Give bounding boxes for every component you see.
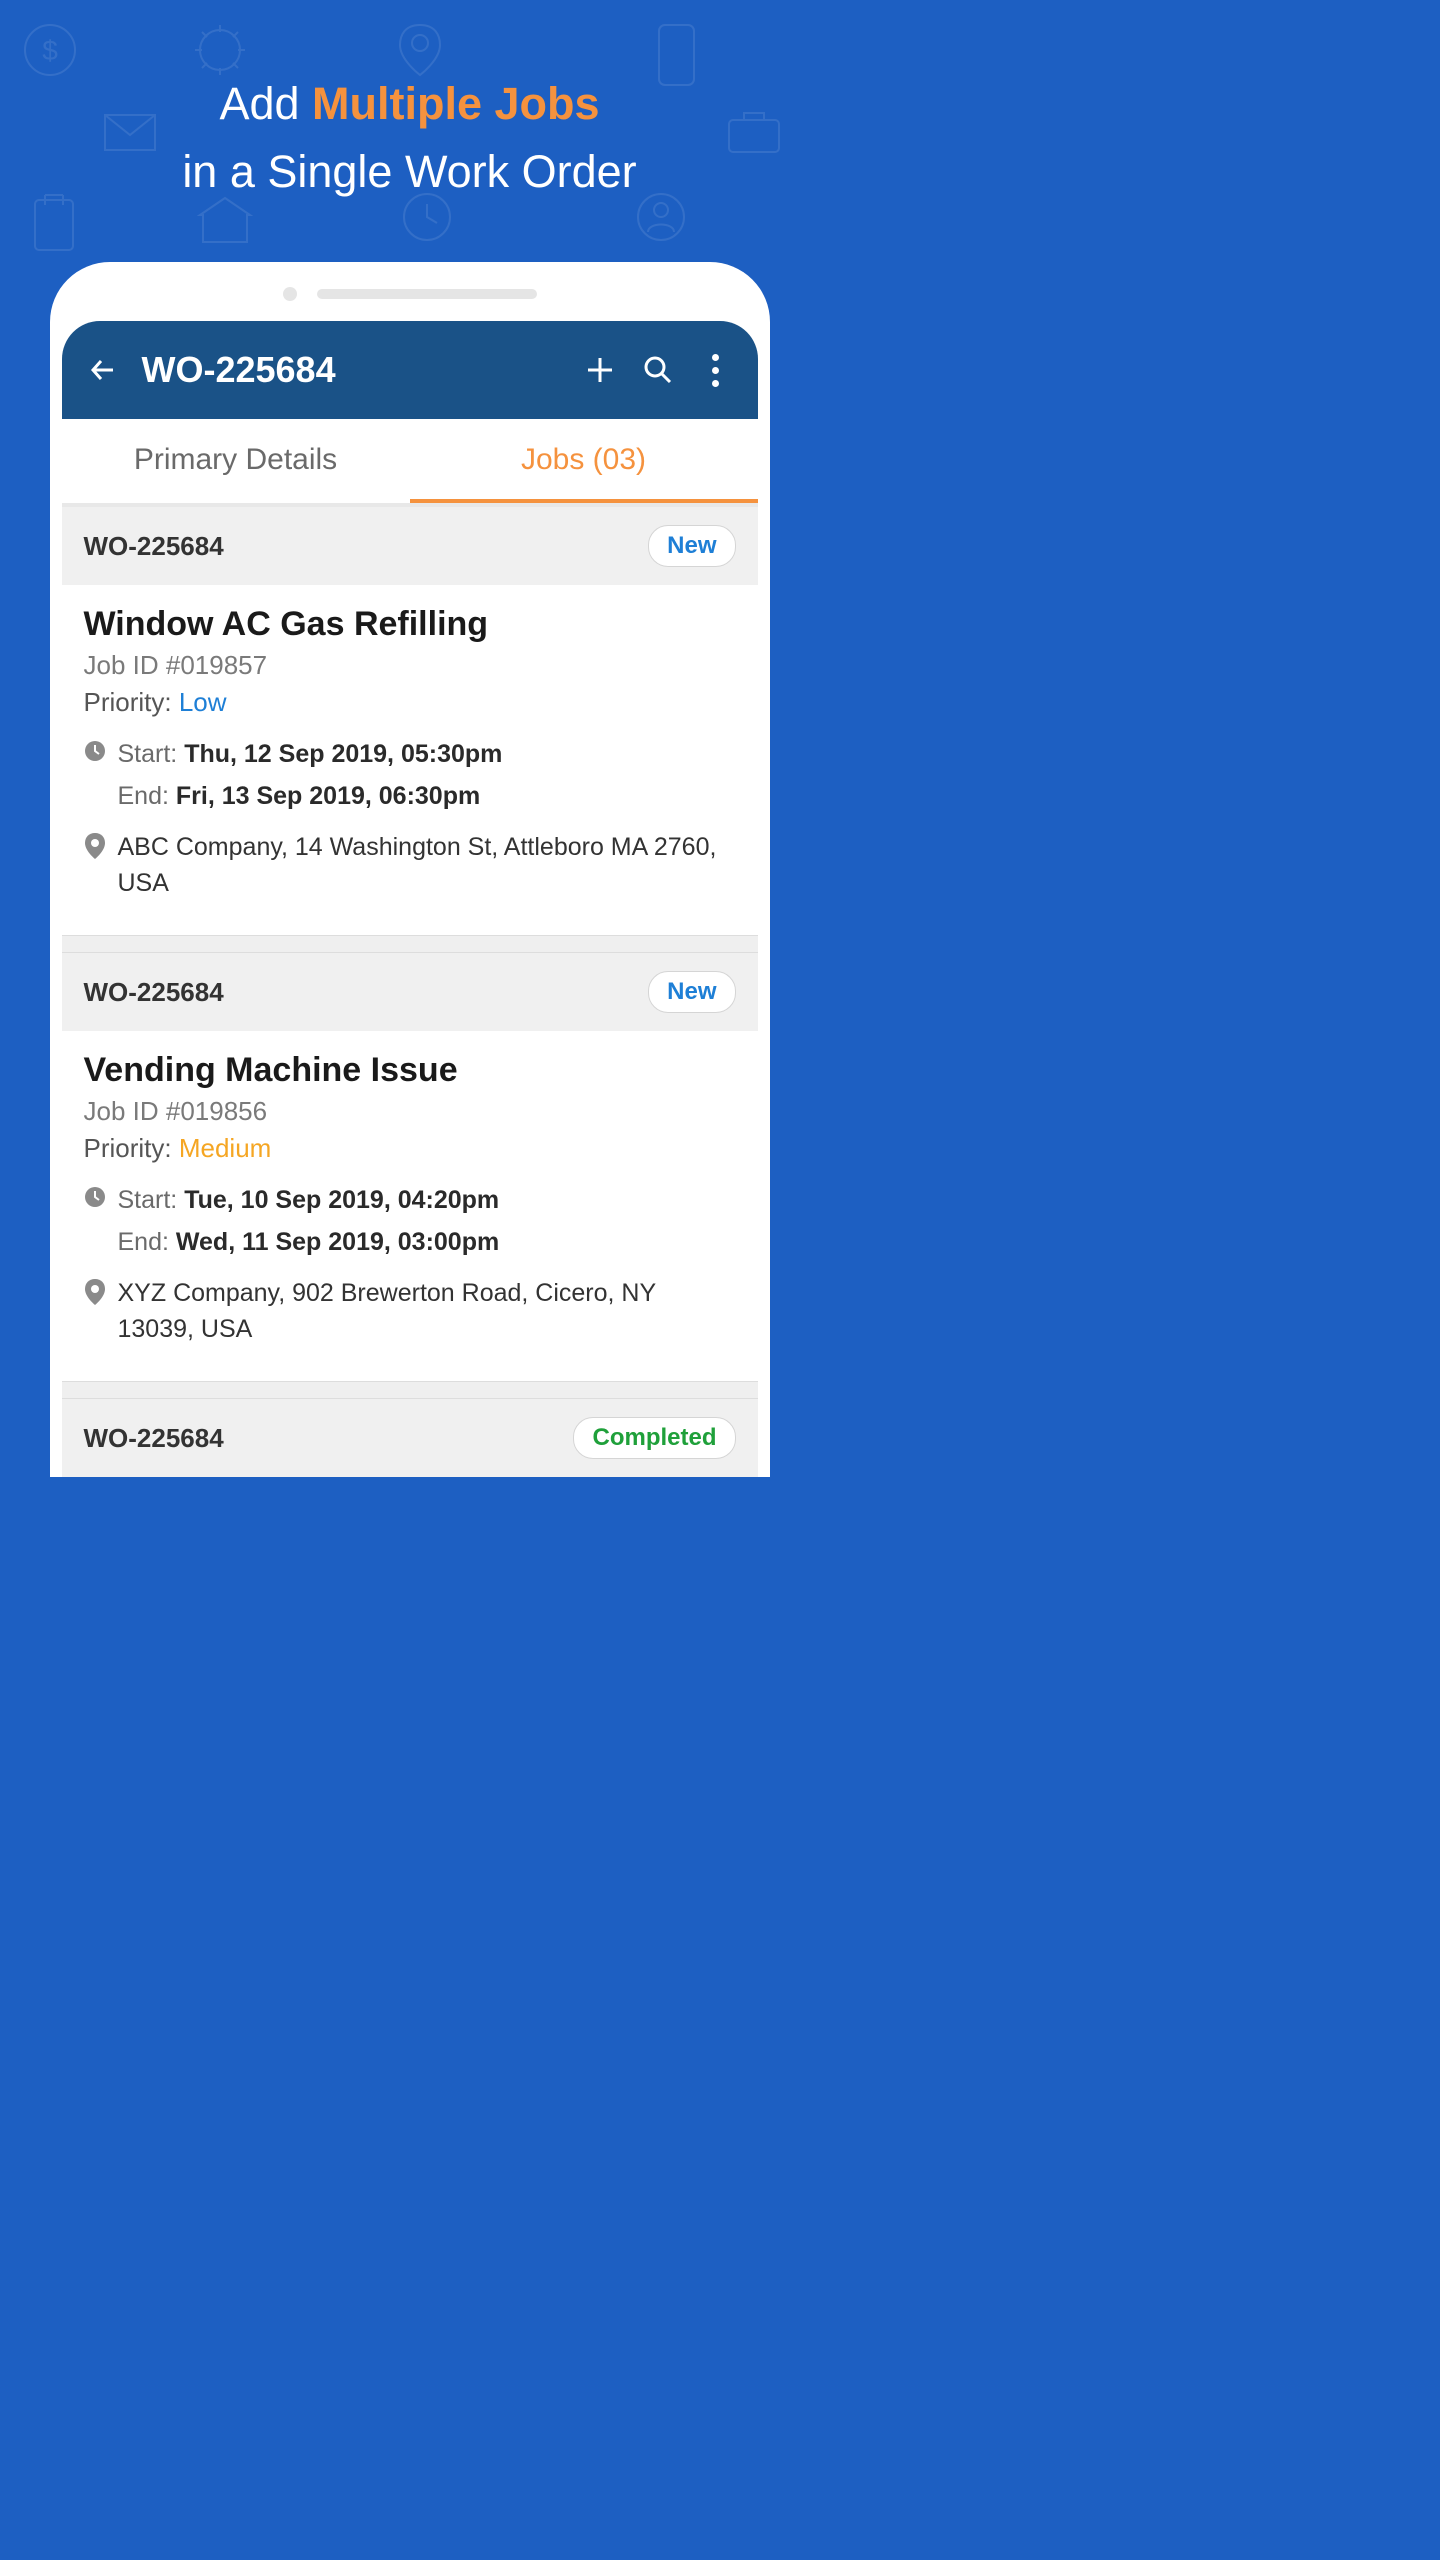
tab-primary-details[interactable]: Primary Details xyxy=(62,419,410,503)
phone-notch xyxy=(50,287,770,301)
tabs: Primary Details Jobs (03) xyxy=(62,419,758,503)
app-screen: WO-225684 Primary Details Jobs (03) WO-2… xyxy=(62,321,758,1477)
job-card-header: WO-225684 New xyxy=(62,953,758,1031)
hero-headline: Add Multiple Jobs in a Single Work Order xyxy=(0,0,819,205)
search-button[interactable] xyxy=(638,350,678,390)
more-button[interactable] xyxy=(696,350,736,390)
clock-icon xyxy=(84,740,106,762)
location-icon xyxy=(84,1279,106,1301)
status-badge: New xyxy=(648,971,735,1013)
job-card-body[interactable]: Window AC Gas Refilling Job ID #019857 P… xyxy=(62,585,758,935)
work-order-id: WO-225684 xyxy=(84,1423,224,1454)
status-badge: New xyxy=(648,525,735,567)
job-title: Window AC Gas Refilling xyxy=(84,605,736,644)
job-end: End: Wed, 11 Sep 2019, 03:00pm xyxy=(118,1224,500,1260)
job-card-header: WO-225684 Completed xyxy=(62,1399,758,1477)
job-end: End: Fri, 13 Sep 2019, 06:30pm xyxy=(118,778,481,814)
job-card-body[interactable]: Vending Machine Issue Job ID #019856 Pri… xyxy=(62,1031,758,1381)
phone-mockup: WO-225684 Primary Details Jobs (03) WO-2… xyxy=(50,262,770,1477)
job-id: Job ID #019856 xyxy=(84,1096,736,1127)
header-title: WO-225684 xyxy=(142,349,562,391)
job-id: Job ID #019857 xyxy=(84,650,736,681)
job-priority: Priority: Medium xyxy=(84,1133,736,1164)
job-start: Start: Thu, 12 Sep 2019, 05:30pm xyxy=(118,736,503,772)
work-order-id: WO-225684 xyxy=(84,531,224,562)
location-icon xyxy=(84,833,106,855)
job-title: Vending Machine Issue xyxy=(84,1051,736,1090)
back-button[interactable] xyxy=(84,350,124,390)
job-priority: Priority: Low xyxy=(84,687,736,718)
work-order-id: WO-225684 xyxy=(84,977,224,1008)
job-location: ABC Company, 14 Washington St, Attleboro… xyxy=(118,829,736,902)
clock-icon xyxy=(84,1186,106,1208)
job-location: XYZ Company, 902 Brewerton Road, Cicero,… xyxy=(118,1275,736,1348)
tab-jobs[interactable]: Jobs (03) xyxy=(410,419,758,503)
app-header: WO-225684 xyxy=(62,321,758,419)
add-button[interactable] xyxy=(580,350,620,390)
status-badge: Completed xyxy=(573,1417,735,1459)
job-start: Start: Tue, 10 Sep 2019, 04:20pm xyxy=(118,1182,500,1218)
job-card-header: WO-225684 New xyxy=(62,507,758,585)
